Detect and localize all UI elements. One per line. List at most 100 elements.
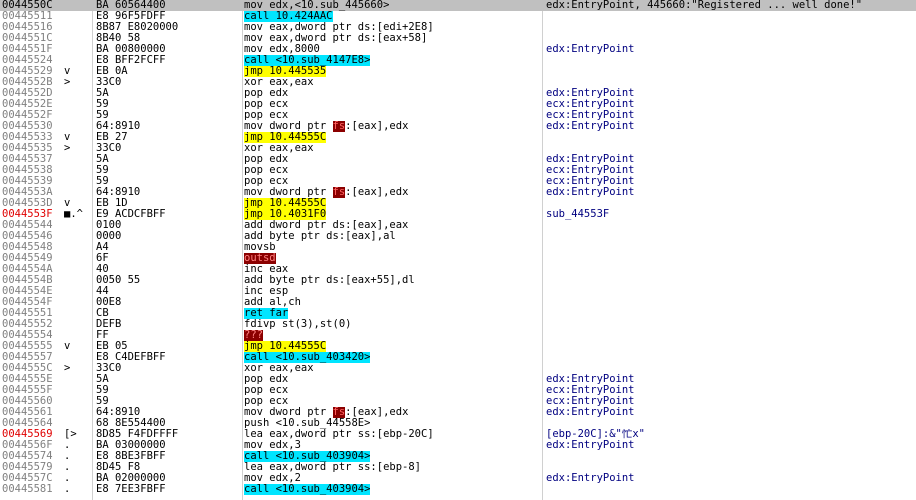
disasm-row[interactable]: 0044552F 59 pop ecx ecx:EntryPoint: [0, 110, 916, 121]
row-address: 0044553A: [2, 187, 53, 198]
disasm-row[interactable]: 0044551C 8B40 58 mov eax,dword ptr ds:[eax…: [0, 33, 916, 44]
disasm-row[interactable]: 00445546 0000 add byte ptr ds:[eax],al: [0, 231, 916, 242]
disasm-row[interactable]: 0044555E 5A pop edx edx:EntryPoint: [0, 374, 916, 385]
disasm-row[interactable]: 0044553D v EB 1D jmp 10.44555C: [0, 198, 916, 209]
row-instruction: pop ecx: [244, 385, 540, 396]
row-comment: edx:EntryPoint: [546, 473, 635, 484]
row-address: 0044553D: [2, 198, 53, 209]
disasm-row[interactable]: 0044553F ■.^ E9 ACDCFBFF jmp 10.4031F0 sub_4…: [0, 209, 916, 220]
disasm-row[interactable]: 0044555C >33C0 xor eax,eax: [0, 363, 916, 374]
instr-text: add byte ptr ds:[eax+55],dl: [244, 275, 415, 286]
row-bytes: BA 60564400: [96, 0, 166, 11]
row-instruction: pop ecx: [244, 396, 540, 407]
row-instruction: mov dword ptr fs:[eax],edx: [244, 187, 540, 198]
disasm-row[interactable]: 0044554E 44 inc esp: [0, 286, 916, 297]
branch-arrow: .: [64, 440, 71, 451]
disasm-row[interactable]: 00445554 FF???: [0, 330, 916, 341]
disasm-row[interactable]: 00445538 59 pop ecx ecx:EntryPoint: [0, 165, 916, 176]
row-bytes: 59: [96, 99, 109, 110]
disasm-row[interactable]: 00445564 68 8E554400 push <10.sub_44558E>: [0, 418, 916, 429]
disasm-row[interactable]: 00445544 0100 add dword ptr ds:[eax],eax: [0, 220, 916, 231]
disasm-row[interactable]: 0044551F BA 00800000 mov edx,8000 edx:Entry…: [0, 44, 916, 55]
row-comment: ecx:EntryPoint: [546, 165, 635, 176]
row-address: 00445546: [2, 231, 53, 242]
row-bytes: E8 C4DEFBFF: [96, 352, 166, 363]
disasm-row[interactable]: 00445530 64:8910 mov dword ptr fs:[eax],ed…: [0, 121, 916, 132]
row-address: 00445551: [2, 308, 53, 319]
row-instruction: jmp 10.4031F0: [244, 209, 540, 220]
row-address: 00445516: [2, 22, 53, 33]
branch-arrow: >: [64, 143, 71, 154]
row-address: 00445564: [2, 418, 53, 429]
disasm-row[interactable]: 00445581. E8 7EE3FBFF call <10.sub_403904>: [0, 484, 916, 495]
row-bytes: DEFB: [96, 319, 122, 330]
row-address: 0044552E: [2, 99, 53, 110]
branch-arrow: .: [64, 473, 71, 484]
disasm-row[interactable]: 00445533 v EB 27 jmp 10.44555C: [0, 132, 916, 143]
row-instruction: mov eax,dword ptr ds:[edi+2E8]: [244, 22, 540, 33]
row-address: 00445533: [2, 132, 53, 143]
disasm-row[interactable]: 00445524 E8 BFF2FCFF call <10.sub_4147E8>: [0, 55, 916, 66]
disasm-row[interactable]: 0044553A 64:8910 mov dword ptr fs:[eax],ed…: [0, 187, 916, 198]
disasm-row[interactable]: 00445548 A4 movsb: [0, 242, 916, 253]
row-instruction: pop ecx: [244, 99, 540, 110]
disasm-row[interactable]: 00445529 v EB 0A jmp 10.445535: [0, 66, 916, 77]
disasm-row[interactable]: 00445552 DEFB fdivp st(3),st(0): [0, 319, 916, 330]
disasm-row[interactable]: 00445539 59 pop ecx ecx:EntryPoint: [0, 176, 916, 187]
disasm-row[interactable]: 0044552B >33C0 xor eax,eax: [0, 77, 916, 88]
row-address: 00445555: [2, 341, 53, 352]
instr-prefix: mov dword ptr: [244, 407, 333, 418]
row-comment: edx:EntryPoint: [546, 407, 635, 418]
instr-text: call <10.sub_403904>: [244, 451, 371, 462]
disasm-row[interactable]: 0044554F 00E8 add al,ch: [0, 297, 916, 308]
disasm-row[interactable]: 00445535 >33C0 xor eax,eax: [0, 143, 916, 154]
instr-text: pop ecx: [244, 99, 289, 110]
disasm-row[interactable]: 0044554A 40 inc eax: [0, 264, 916, 275]
row-instruction: add byte ptr ds:[eax+55],dl: [244, 275, 540, 286]
row-bytes: BA 02000000: [96, 473, 166, 484]
disasm-row[interactable]: 00445561 64:8910 mov dword ptr fs:[eax],ed…: [0, 407, 916, 418]
disasm-row[interactable]: 0044552D 5A pop edx edx:EntryPoint: [0, 88, 916, 99]
disasm-row[interactable]: 00445549 6F outsd: [0, 253, 916, 264]
branch-arrow: v: [64, 132, 71, 143]
disasm-row[interactable]: 0044554B 0050 55 add byte ptr ds:[eax+55],…: [0, 275, 916, 286]
disasm-row[interactable]: 0044555F 59 pop ecx ecx:EntryPoint: [0, 385, 916, 396]
row-comment: ecx:EntryPoint: [546, 385, 635, 396]
row-instruction: outsd: [244, 253, 540, 264]
row-instruction: fdivp st(3),st(0): [244, 319, 540, 330]
disasm-row[interactable]: 00445560 59 pop ecx ecx:EntryPoint: [0, 396, 916, 407]
row-bytes: 8D85 F4FDFFFF: [96, 429, 179, 440]
disasm-row[interactable]: 0044552E 59 pop ecx ecx:EntryPoint: [0, 99, 916, 110]
row-address: 00445548: [2, 242, 53, 253]
disasm-row[interactable]: 00445511 E8 96F5FDFF call 10.424AAC: [0, 11, 916, 22]
disasm-row[interactable]: 00445557 E8 C4DEFBFF call <10.sub_403420>: [0, 352, 916, 363]
instr-text: mov eax,dword ptr ds:[edi+2E8]: [244, 22, 434, 33]
branch-arrow: >: [64, 77, 71, 88]
row-bytes: 33C0: [96, 143, 122, 154]
disassembly-view[interactable]: 0044550C BA 60564400 mov edx,<10.sub_44566…: [0, 0, 916, 500]
disasm-row[interactable]: 00445579. 8D45 F8 lea eax,dword ptr ss:[eb…: [0, 462, 916, 473]
disasm-row[interactable]: 00445537 5A pop edx edx:EntryPoint: [0, 154, 916, 165]
row-bytes: 64:8910: [96, 187, 141, 198]
instr-operand: :[eax],edx: [345, 187, 409, 198]
disasm-row[interactable]: 0044550C BA 60564400 mov edx,<10.sub_44566…: [0, 0, 916, 11]
disasm-row[interactable]: 00445555 v EB 05 jmp 10.44555C: [0, 341, 916, 352]
instr-prefix: mov dword ptr: [244, 187, 333, 198]
disasm-row[interactable]: 00445569 [> 8D85 F4FDFFFF lea eax,dword ptr…: [0, 429, 916, 440]
row-bytes: 59: [96, 176, 109, 187]
instr-text: mov edx,8000: [244, 44, 320, 55]
disasm-row[interactable]: 0044557C. BA 02000000 mov edx,2 edx:EntryPo…: [0, 473, 916, 484]
row-instruction: call <10.sub_4147E8>: [244, 55, 540, 66]
row-bytes: E8 96F5FDFF: [96, 11, 166, 22]
disasm-row[interactable]: 00445551 CB ret far: [0, 308, 916, 319]
row-instruction: add dword ptr ds:[eax],eax: [244, 220, 540, 231]
row-bytes: 59: [96, 396, 109, 407]
row-comment: ecx:EntryPoint: [546, 99, 635, 110]
disasm-row[interactable]: 0044556F. BA 03000000 mov edx,3 edx:EntryPo…: [0, 440, 916, 451]
row-comment: edx:EntryPoint: [546, 154, 635, 165]
instr-text: xor eax,eax: [244, 363, 314, 374]
disasm-row[interactable]: 00445574. E8 8BE3FBFF call <10.sub_403904>: [0, 451, 916, 462]
row-bytes: EB 05: [96, 341, 128, 352]
instr-text: mov edx,<10.sub_445660>: [244, 0, 390, 11]
disasm-row[interactable]: 00445516 8B87 E8020000 mov eax,dword ptr d…: [0, 22, 916, 33]
